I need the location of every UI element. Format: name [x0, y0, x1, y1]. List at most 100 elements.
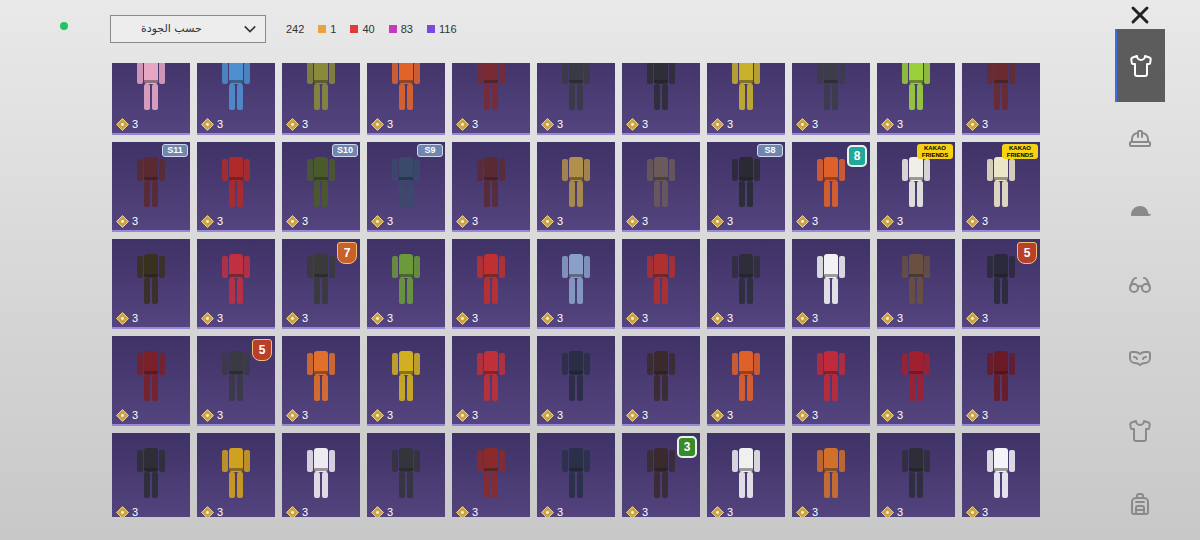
quality-diamond-icon: [966, 312, 979, 325]
close-button[interactable]: [1115, 0, 1165, 29]
item-card[interactable]: 3KAKAO FRIENDS: [877, 142, 955, 232]
outfit-icon: [641, 63, 681, 114]
item-card[interactable]: 3: [452, 433, 530, 517]
item-card[interactable]: 3: [367, 239, 445, 329]
item-card[interactable]: 37: [282, 239, 360, 329]
outfit-icon: [811, 151, 851, 211]
item-card[interactable]: 3: [112, 433, 190, 517]
item-card[interactable]: 3: [622, 142, 700, 232]
quality-text: 3: [557, 410, 563, 421]
item-card[interactable]: 3: [452, 142, 530, 232]
inventory-screen: حسب الجودة24214083116333333333333S1133S1…: [0, 0, 1200, 540]
sort-dropdown[interactable]: حسب الجودة: [110, 15, 266, 43]
item-card[interactable]: 3S8: [707, 142, 785, 232]
item-card[interactable]: 3: [962, 63, 1040, 135]
quality-diamond-icon: [201, 118, 214, 131]
item-card[interactable]: 3: [282, 63, 360, 135]
item-card[interactable]: 3: [707, 239, 785, 329]
item-card[interactable]: 3: [877, 239, 955, 329]
item-card[interactable]: 3: [537, 239, 615, 329]
category-tab[interactable]: [1115, 467, 1165, 540]
item-card[interactable]: 35: [962, 239, 1040, 329]
item-card[interactable]: 3: [792, 239, 870, 329]
outfit-icon: [471, 151, 511, 211]
item-grid: 333333333333S1133S103S93333S8383KAKAO FR…: [112, 63, 1040, 517]
item-card[interactable]: 3: [452, 239, 530, 329]
item-card[interactable]: 3: [197, 239, 275, 329]
item-card[interactable]: 3: [707, 433, 785, 517]
item-card[interactable]: 3: [367, 336, 445, 426]
quality-text: 3: [982, 119, 988, 130]
quality-diamond-icon: [456, 506, 469, 517]
outfit-icon: [301, 248, 341, 308]
quality-diamond-icon: [286, 118, 299, 131]
quality-diamond-icon: [541, 312, 554, 325]
quality-diamond-icon: [711, 312, 724, 325]
item-card[interactable]: 3: [197, 63, 275, 135]
quality-text: 3: [897, 410, 903, 421]
outfit-icon: [811, 345, 851, 405]
item-card[interactable]: 3: [452, 63, 530, 135]
item-card[interactable]: 38: [792, 142, 870, 232]
quality-text: 3: [897, 507, 903, 517]
item-card[interactable]: 3: [622, 336, 700, 426]
item-card[interactable]: 3: [622, 239, 700, 329]
item-card[interactable]: 3: [537, 142, 615, 232]
quality-diamond-icon: [796, 215, 809, 228]
item-card[interactable]: 3: [962, 336, 1040, 426]
quality-text: 3: [812, 313, 818, 324]
item-card[interactable]: 3: [877, 433, 955, 517]
quality-diamond-icon: [541, 409, 554, 422]
quality-text: 3: [217, 216, 223, 227]
quality-diamond-icon: [456, 118, 469, 131]
outfit-icon: [556, 63, 596, 114]
item-card[interactable]: 3S9: [367, 142, 445, 232]
item-card[interactable]: 33: [622, 433, 700, 517]
item-card[interactable]: 3: [367, 433, 445, 517]
quality-diamond-icon: [626, 118, 639, 131]
item-card[interactable]: 3: [792, 63, 870, 135]
outfit-icon: [386, 248, 426, 308]
outfit-icon: [301, 151, 341, 211]
item-card[interactable]: 3: [537, 63, 615, 135]
item-card[interactable]: 3: [537, 336, 615, 426]
item-card[interactable]: 3: [792, 336, 870, 426]
quality-text: 3: [557, 507, 563, 517]
quality-text: 3: [217, 119, 223, 130]
item-card[interactable]: 3: [962, 433, 1040, 517]
category-tab[interactable]: [1115, 175, 1165, 248]
item-card[interactable]: 3: [197, 142, 275, 232]
item-card[interactable]: 3S11: [112, 142, 190, 232]
category-tab[interactable]: [1115, 248, 1165, 321]
item-card[interactable]: 3: [707, 63, 785, 135]
item-card[interactable]: 3: [112, 336, 190, 426]
category-tab[interactable]: [1115, 321, 1165, 394]
item-card[interactable]: 3: [367, 63, 445, 135]
quality-diamond-icon: [286, 312, 299, 325]
item-card[interactable]: 3: [282, 336, 360, 426]
quality-diamond-icon: [711, 409, 724, 422]
item-card[interactable]: 35: [197, 336, 275, 426]
item-card[interactable]: 3: [452, 336, 530, 426]
item-card[interactable]: 3: [622, 63, 700, 135]
outfit-icon: [896, 151, 936, 211]
item-card[interactable]: 3KAKAO FRIENDS: [962, 142, 1040, 232]
category-tab[interactable]: [1115, 102, 1165, 175]
item-card[interactable]: 3: [877, 336, 955, 426]
quality-diamond-icon: [711, 506, 724, 517]
item-card[interactable]: 3: [282, 433, 360, 517]
item-card[interactable]: 3: [112, 63, 190, 135]
item-card[interactable]: 3S10: [282, 142, 360, 232]
item-grid-viewport[interactable]: 333333333333S1133S103S93333S8383KAKAO FR…: [112, 63, 1040, 517]
item-card[interactable]: 3: [112, 239, 190, 329]
item-card[interactable]: 3: [707, 336, 785, 426]
category-tab[interactable]: [1115, 394, 1165, 467]
item-card[interactable]: 3: [537, 433, 615, 517]
quality-text: 3: [387, 313, 393, 324]
item-card[interactable]: 3: [792, 433, 870, 517]
item-card[interactable]: 3: [877, 63, 955, 135]
item-card[interactable]: 3: [197, 433, 275, 517]
quality-diamond-icon: [966, 506, 979, 517]
level-badge: 8: [847, 145, 867, 167]
category-tab[interactable]: [1115, 29, 1165, 102]
